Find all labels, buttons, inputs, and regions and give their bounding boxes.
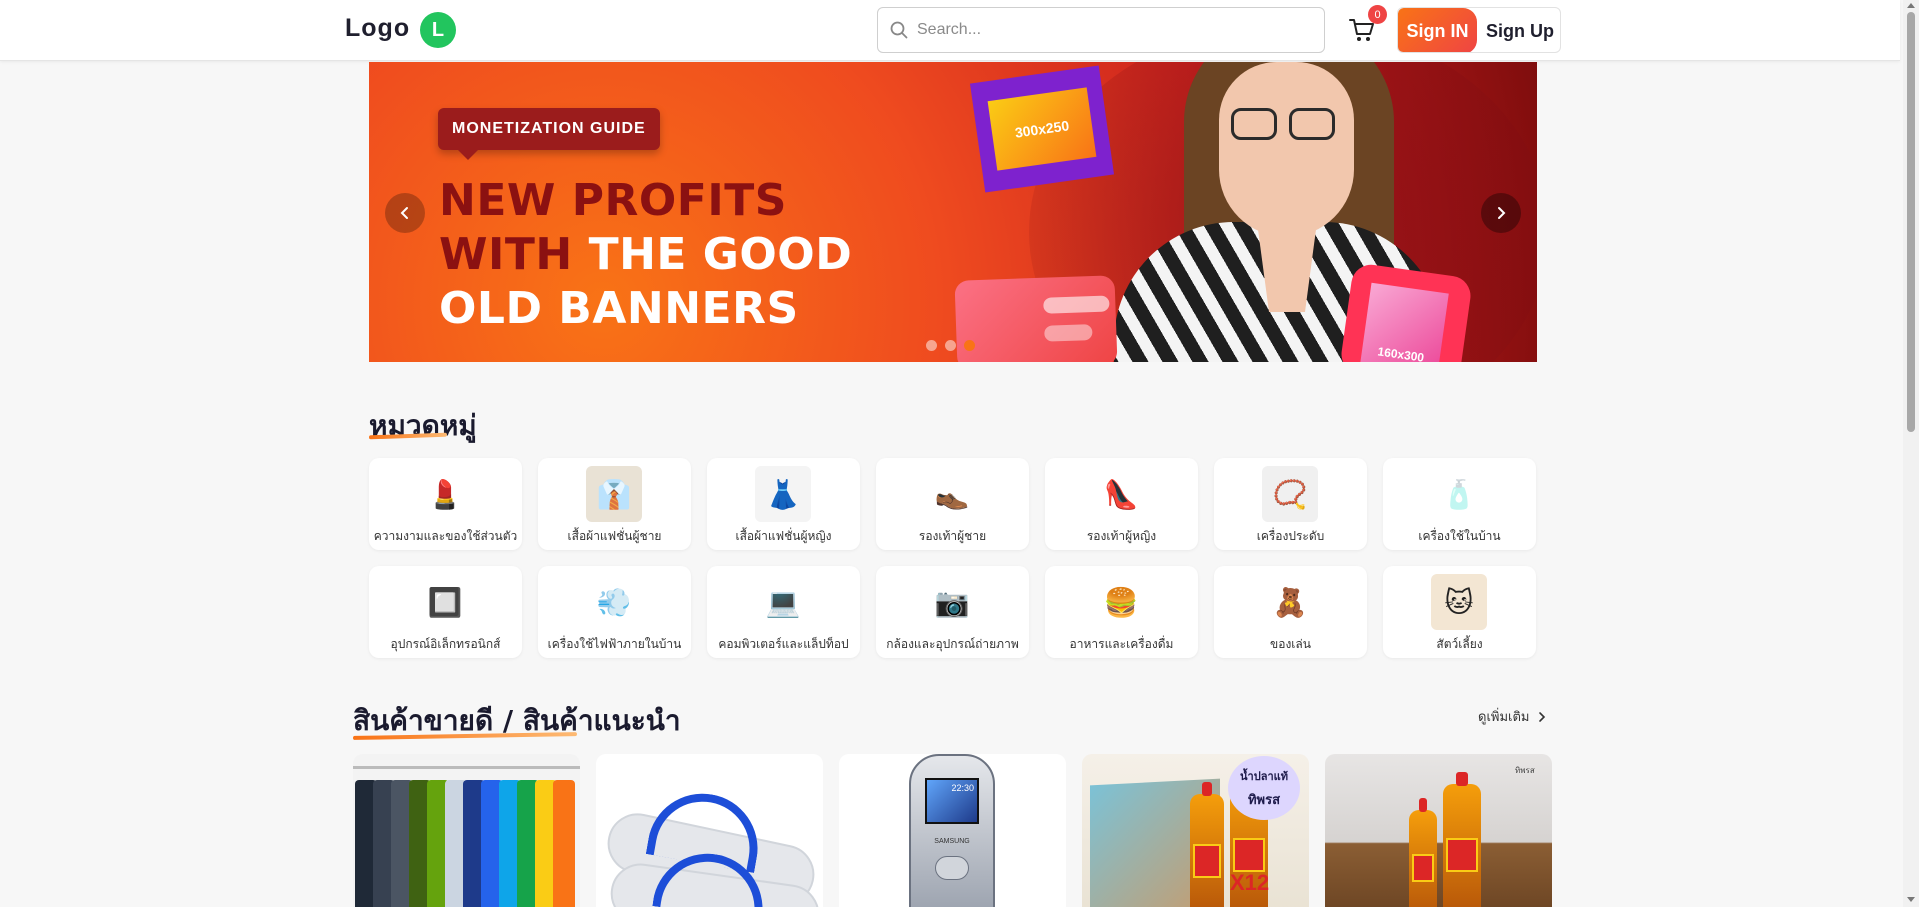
category-card[interactable]: 👔 เสื้อผ้าแฟชั่นผู้ชาย xyxy=(538,458,691,550)
headline-line-2-white: THE GOOD xyxy=(588,229,853,280)
category-card[interactable]: 🔲 อุปกรณ์อิเล็กทรอนิกส์ xyxy=(369,566,522,658)
category-card[interactable]: 🐱 สัตว์เลี้ยง xyxy=(1383,566,1536,658)
chevron-right-icon xyxy=(1498,207,1506,219)
laptop-icon: 💻 xyxy=(765,586,801,618)
scroll-down-arrow-icon[interactable] xyxy=(1907,897,1915,902)
hanger-rod xyxy=(353,766,580,769)
category-label: อาหารและเครื่องดื่ม xyxy=(1069,637,1174,651)
carousel-dots xyxy=(926,340,975,351)
product-card-shirts[interactable] xyxy=(353,754,580,907)
carousel-prev-button[interactable] xyxy=(385,193,425,233)
page-scrollbar[interactable] xyxy=(1903,0,1919,907)
product-badge: น้ำปลาแท้ ทิพรส xyxy=(1228,756,1300,820)
product-multiplier: X12 xyxy=(1230,870,1270,895)
chip-icon: 🔲 xyxy=(427,586,463,618)
banner-headline: NEW PROFITS WITH THE GOOD OLD BANNERS xyxy=(439,174,852,336)
necklace-icon: 📿 xyxy=(1262,466,1318,522)
cart-count-badge: 0 xyxy=(1368,5,1387,24)
category-label: รองเท้าผู้หญิง xyxy=(1086,529,1157,543)
category-card[interactable]: 💻 คอมพิวเตอร์และแล็ปท็อป xyxy=(707,566,860,658)
camera-icon: 📷 xyxy=(934,586,970,618)
scroll-up-arrow-icon[interactable] xyxy=(1907,3,1915,8)
glasses-left xyxy=(1231,108,1277,140)
category-card[interactable]: 💄 ความงามและของใช้ส่วนตัว xyxy=(369,458,522,550)
glasses-right xyxy=(1289,108,1335,140)
headline-line-1: NEW PROFITS xyxy=(439,175,787,226)
mens-shoe-icon: 👞 xyxy=(934,478,970,510)
badge-line-2: ทิพรส xyxy=(1247,791,1281,807)
cat-icon: 🐱 xyxy=(1431,574,1487,630)
scroll-thumb[interactable] xyxy=(1907,12,1915,432)
category-label: เสื้อผ้าแฟชั่นผู้ชาย xyxy=(567,529,662,543)
category-card[interactable]: 👞 รองเท้าผู้ชาย xyxy=(876,458,1029,550)
carousel-dot-3[interactable] xyxy=(964,340,975,351)
search-icon xyxy=(890,21,908,39)
product-card-fish-sauce-box[interactable]: น้ำปลาแท้ ทิพรส X12 xyxy=(1082,754,1309,907)
phone-brand: SAMSUNG xyxy=(934,838,970,845)
category-label: ของเล่น xyxy=(1270,637,1311,651)
category-label: กล้องและอุปกรณ์ถ่ายภาพ xyxy=(886,637,1019,651)
search-input[interactable] xyxy=(917,17,1312,43)
hair-dryer-icon: 💨 xyxy=(596,586,632,618)
dress-icon: 👗 xyxy=(755,466,811,522)
category-label: เครื่องประดับ xyxy=(1256,529,1325,543)
badge-line-1: น้ำปลาแท้ xyxy=(1240,770,1288,783)
see-more-link[interactable]: ดูเพิ่มเติม xyxy=(1478,706,1547,727)
phone-image: 22:30 SAMSUNG xyxy=(909,754,995,907)
category-grid: 💄 ความงามและของใช้ส่วนตัว 👔 เสื้อผ้าแฟชั… xyxy=(369,458,1537,658)
shirt-icon: 👔 xyxy=(586,466,642,522)
category-label: สัตว์เลี้ยง xyxy=(1436,637,1483,651)
category-card[interactable]: 👠 รองเท้าผู้หญิง xyxy=(1045,458,1198,550)
category-card[interactable]: 🧴 เครื่องใช้ในบ้าน xyxy=(1383,458,1536,550)
category-label: ความงามและของใช้ส่วนตัว xyxy=(373,529,518,543)
category-label: เครื่องใช้ในบ้าน xyxy=(1418,529,1501,543)
hero-banner-carousel[interactable]: MONETIZATION GUIDE NEW PROFITS WITH THE … xyxy=(369,62,1537,362)
category-card[interactable]: 🍔 อาหารและเครื่องดื่ม xyxy=(1045,566,1198,658)
ad-size-box-300x250: 300x250 xyxy=(969,65,1115,193)
carousel-dot-2[interactable] xyxy=(945,340,956,351)
sign-in-button[interactable]: Sign IN xyxy=(1398,8,1477,52)
humidifier-icon: 🧴 xyxy=(1441,478,1477,510)
ad-size-label-300x250: 300x250 xyxy=(987,87,1097,171)
headline-line-2-dark: WITH xyxy=(439,229,589,280)
logo-text[interactable]: Logo xyxy=(345,14,410,43)
chevron-right-icon xyxy=(1539,711,1546,722)
product-tag: ทิพรส xyxy=(1515,766,1535,775)
product-card-sandals[interactable] xyxy=(596,754,823,907)
auth-buttons: Sign IN Sign Up xyxy=(1397,7,1561,53)
category-label: เสื้อผ้าแฟชั่นผู้หญิง xyxy=(735,529,832,543)
category-card[interactable]: 📷 กล้องและอุปกรณ์ถ่ายภาพ xyxy=(876,566,1029,658)
product-list: 22:30 SAMSUNG น้ำปลาแท้ ทิพรส X12 ทิพรส xyxy=(353,754,1552,907)
category-card[interactable]: 🧸 ของเล่น xyxy=(1214,566,1367,658)
ad-size-label-160x300: 160x300 xyxy=(1360,282,1449,362)
sign-up-button[interactable]: Sign Up xyxy=(1478,8,1560,52)
person-face xyxy=(1219,62,1354,237)
logo-badge[interactable]: L xyxy=(420,12,456,48)
category-label: อุปกรณ์อิเล็กทรอนิกส์ xyxy=(390,637,501,651)
food-drink-icon: 🍔 xyxy=(1103,586,1139,618)
search-box[interactable] xyxy=(877,7,1325,53)
top-navbar: Logo L 0 Sign IN Sign Up xyxy=(0,0,1900,61)
teddy-bear-icon: 🧸 xyxy=(1272,586,1308,618)
category-label: รองเท้าผู้ชาย xyxy=(918,529,987,543)
category-card[interactable]: 💨 เครื่องใช้ไฟฟ้าภายในบ้าน xyxy=(538,566,691,658)
phone-screen-time: 22:30 xyxy=(951,783,974,793)
product-card-fish-sauce-bottles[interactable]: ทิพรส xyxy=(1325,754,1552,907)
category-label: คอมพิวเตอร์และแล็ปท็อป xyxy=(718,637,849,651)
carousel-next-button[interactable] xyxy=(1481,193,1521,233)
product-card-phone[interactable]: 22:30 SAMSUNG xyxy=(839,754,1066,907)
high-heel-icon: 👠 xyxy=(1103,478,1139,510)
category-label: เครื่องใช้ไฟฟ้าภายในบ้าน xyxy=(547,637,682,651)
see-more-label: ดูเพิ่มเติม xyxy=(1478,709,1530,724)
carousel-dot-1[interactable] xyxy=(926,340,937,351)
lipstick-icon: 💄 xyxy=(417,466,473,522)
chevron-left-icon xyxy=(400,207,408,219)
banner-tag: MONETIZATION GUIDE xyxy=(438,108,660,160)
ad-card-graphic xyxy=(954,275,1118,362)
category-card[interactable]: 👗 เสื้อผ้าแฟชั่นผู้หญิง xyxy=(707,458,860,550)
headline-line-3: OLD BANNERS xyxy=(439,283,799,334)
category-card[interactable]: 📿 เครื่องประดับ xyxy=(1214,458,1367,550)
ad-size-box-160x300: 160x300 xyxy=(1338,262,1474,362)
categories-title: หมวดหมู่ xyxy=(369,409,477,442)
